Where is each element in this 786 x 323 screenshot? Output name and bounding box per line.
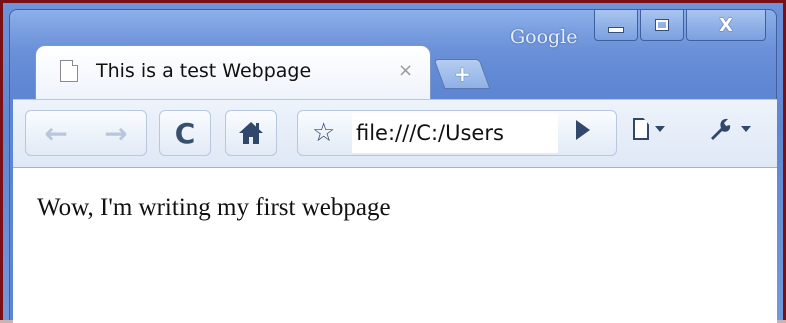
plus-icon: + (453, 62, 471, 86)
reload-icon: C (174, 116, 196, 150)
tab-title: This is a test Webpage (96, 60, 312, 82)
page-menu-button[interactable] (633, 118, 665, 140)
nav-button-group: ← → (25, 110, 147, 156)
address-input[interactable]: file:///C:/Users (352, 113, 558, 153)
maximize-icon (655, 19, 669, 31)
close-window-button[interactable]: X (686, 9, 766, 41)
back-button[interactable]: ← (44, 117, 67, 150)
close-icon: X (719, 14, 733, 36)
tab-active[interactable]: This is a test Webpage × (35, 45, 431, 101)
home-button[interactable] (225, 110, 277, 156)
chevron-down-icon (655, 126, 665, 132)
minimize-button[interactable] (594, 9, 638, 41)
minimize-icon (608, 27, 624, 33)
home-icon (239, 122, 263, 144)
page-fold-icon (72, 60, 78, 66)
body-text: Wow, I'm writing my first webpage (37, 194, 391, 221)
toolbar: ← → C ☆ file:///C:/Users (13, 99, 777, 167)
maximize-button[interactable] (640, 9, 684, 41)
wrench-icon (711, 118, 731, 140)
bookmark-star-icon[interactable]: ☆ (312, 118, 335, 148)
google-brand-label: Google (510, 26, 578, 48)
chevron-down-icon (741, 126, 751, 132)
omnibox: ☆ file:///C:/Users (297, 110, 617, 156)
forward-button[interactable]: → (104, 117, 127, 150)
browser-window: Google X This is a test Webpage × + ← → … (0, 0, 786, 323)
page-menu-icon (633, 118, 649, 140)
window-controls: X (594, 9, 768, 41)
tab-close-button[interactable]: × (398, 60, 413, 81)
go-icon[interactable] (576, 120, 590, 140)
wrench-menu-button[interactable] (707, 116, 751, 142)
reload-button[interactable]: C (159, 110, 211, 156)
page-content: Wow, I'm writing my first webpage (13, 167, 777, 323)
